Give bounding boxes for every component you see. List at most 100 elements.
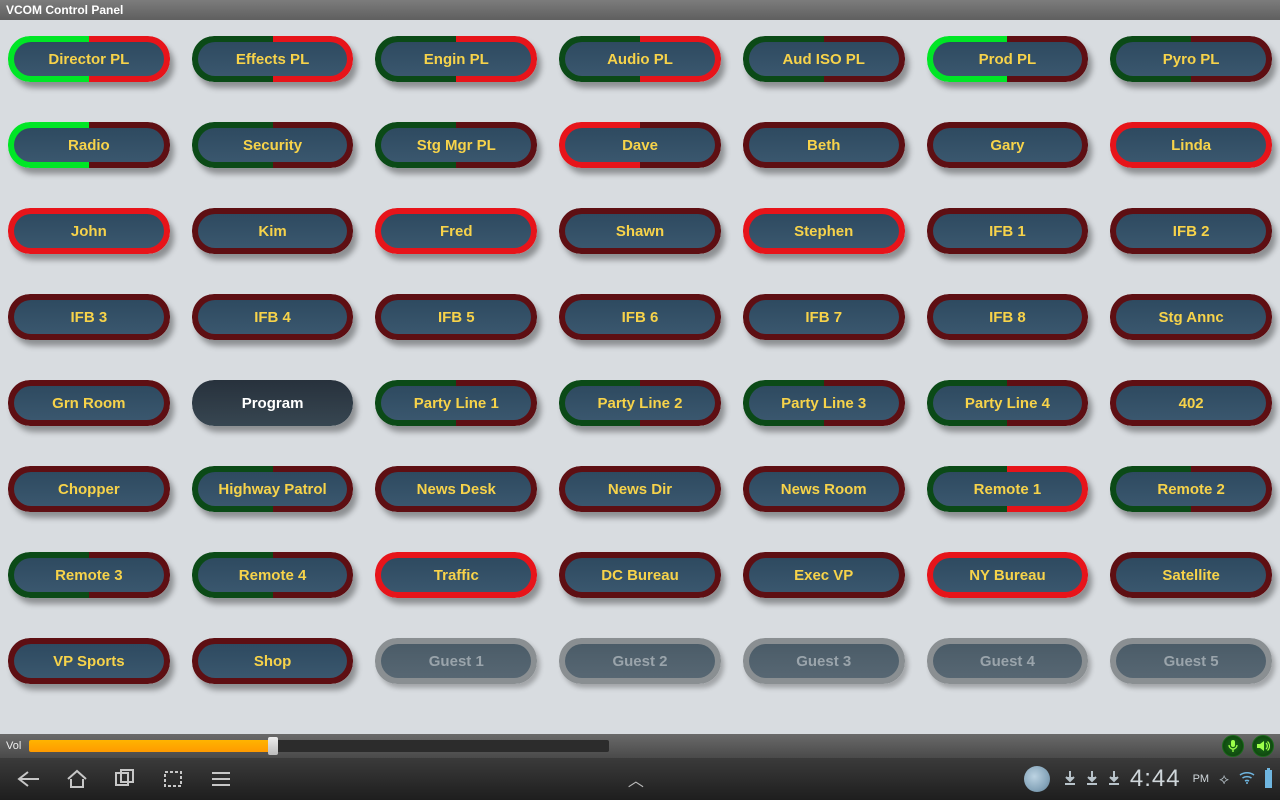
channel-button[interactable]: Linda (1110, 122, 1272, 168)
channel-button-label: DC Bureau (595, 567, 685, 584)
channel-button-label: John (65, 223, 113, 240)
channel-button-label: Audio PL (601, 51, 679, 68)
channel-button[interactable]: Party Line 2 (559, 380, 721, 426)
channel-button[interactable]: Program (192, 380, 354, 426)
channel-button-label: Remote 3 (49, 567, 129, 584)
channel-button[interactable]: IFB 1 (927, 208, 1089, 254)
channel-button[interactable]: Highway Patrol (192, 466, 354, 512)
channel-button[interactable]: Gary (927, 122, 1089, 168)
channel-button[interactable]: Radio (8, 122, 170, 168)
wifi-icon (1239, 771, 1255, 788)
channel-button[interactable]: Shop (192, 638, 354, 684)
volume-thumb[interactable] (268, 737, 278, 755)
channel-button[interactable]: Engin PL (375, 36, 537, 82)
channel-button[interactable]: Stg Annc (1110, 294, 1272, 340)
channel-button-label: Linda (1165, 137, 1217, 154)
channel-button: Guest 5 (1110, 638, 1272, 684)
status-tray: 4:44PM ⟡ (1024, 765, 1272, 793)
channel-button-label: Guest 1 (423, 653, 490, 670)
channel-button-label: Guest 3 (790, 653, 857, 670)
channel-button[interactable]: IFB 6 (559, 294, 721, 340)
channel-button[interactable]: Party Line 1 (375, 380, 537, 426)
channel-button-label: Security (237, 137, 308, 154)
channel-button[interactable]: News Desk (375, 466, 537, 512)
channel-button[interactable]: Stg Mgr PL (375, 122, 537, 168)
channel-button-label: Guest 2 (606, 653, 673, 670)
channel-button[interactable]: News Dir (559, 466, 721, 512)
channel-button-label: Program (236, 395, 310, 412)
button-grid: Director PL Effects PL Engin PL Audio PL Aud… (8, 36, 1272, 684)
volume-bar: Vol (0, 734, 1280, 758)
channel-button-label: Prod PL (973, 51, 1043, 68)
channel-button-label: News Room (775, 481, 873, 498)
menu-icon[interactable] (200, 763, 242, 795)
channel-button[interactable]: IFB 3 (8, 294, 170, 340)
channel-button-label: NY Bureau (963, 567, 1051, 584)
channel-button[interactable]: Kim (192, 208, 354, 254)
channel-button[interactable]: Satellite (1110, 552, 1272, 598)
channel-button[interactable]: Security (192, 122, 354, 168)
channel-button-label: Party Line 1 (408, 395, 505, 412)
channel-button[interactable]: Prod PL (927, 36, 1089, 82)
channel-button-label: Remote 1 (968, 481, 1048, 498)
channel-button[interactable]: Aud ISO PL (743, 36, 905, 82)
channel-button[interactable]: IFB 4 (192, 294, 354, 340)
channel-button: Guest 4 (927, 638, 1089, 684)
window-title: VCOM Control Panel (6, 3, 123, 17)
channel-button[interactable]: IFB 7 (743, 294, 905, 340)
channel-button[interactable]: John (8, 208, 170, 254)
channel-button[interactable]: Chopper (8, 466, 170, 512)
channel-button[interactable]: Exec VP (743, 552, 905, 598)
channel-button[interactable]: Fred (375, 208, 537, 254)
channel-button[interactable]: Effects PL (192, 36, 354, 82)
channel-button[interactable]: Party Line 3 (743, 380, 905, 426)
screenshot-icon[interactable] (152, 763, 194, 795)
download-icon (1064, 770, 1076, 789)
channel-button-label: IFB 5 (432, 309, 481, 326)
channel-button[interactable]: Grn Room (8, 380, 170, 426)
channel-button-label: 402 (1173, 395, 1210, 412)
channel-button-label: Guest 4 (974, 653, 1041, 670)
back-icon[interactable] (8, 763, 50, 795)
channel-button: Guest 2 (559, 638, 721, 684)
expand-caret-icon[interactable]: ︿ (616, 767, 656, 791)
battery-icon (1265, 770, 1272, 788)
channel-button-label: IFB 4 (248, 309, 297, 326)
channel-button[interactable]: VP Sports (8, 638, 170, 684)
channel-button[interactable]: Remote 2 (1110, 466, 1272, 512)
home-icon[interactable] (56, 763, 98, 795)
channel-button-label: Fred (434, 223, 479, 240)
volume-fill (29, 740, 273, 752)
channel-button[interactable]: 402 (1110, 380, 1272, 426)
channel-button-label: Remote 4 (233, 567, 313, 584)
channel-button-label: Party Line 2 (591, 395, 688, 412)
channel-button[interactable]: IFB 2 (1110, 208, 1272, 254)
channel-button-label: News Dir (602, 481, 678, 498)
channel-button[interactable]: Remote 4 (192, 552, 354, 598)
channel-button[interactable]: Dave (559, 122, 721, 168)
app-notification-icon[interactable] (1024, 766, 1050, 792)
channel-button[interactable]: DC Bureau (559, 552, 721, 598)
channel-button-label: Exec VP (788, 567, 859, 584)
channel-button[interactable]: Party Line 4 (927, 380, 1089, 426)
channel-button-label: Gary (984, 137, 1030, 154)
channel-button[interactable]: Remote 3 (8, 552, 170, 598)
channel-button[interactable]: Beth (743, 122, 905, 168)
channel-button[interactable]: Pyro PL (1110, 36, 1272, 82)
channel-button[interactable]: Traffic (375, 552, 537, 598)
volume-slider[interactable] (29, 740, 609, 752)
mic-icon[interactable] (1222, 735, 1244, 757)
channel-button[interactable]: Audio PL (559, 36, 721, 82)
channel-button-label: IFB 6 (616, 309, 665, 326)
channel-button[interactable]: IFB 8 (927, 294, 1089, 340)
channel-button[interactable]: NY Bureau (927, 552, 1089, 598)
channel-button[interactable]: News Room (743, 466, 905, 512)
channel-button[interactable]: IFB 5 (375, 294, 537, 340)
recent-apps-icon[interactable] (104, 763, 146, 795)
channel-button[interactable]: Shawn (559, 208, 721, 254)
channel-button-label: Kim (252, 223, 292, 240)
channel-button[interactable]: Director PL (8, 36, 170, 82)
speaker-icon[interactable] (1252, 735, 1274, 757)
channel-button[interactable]: Remote 1 (927, 466, 1089, 512)
channel-button[interactable]: Stephen (743, 208, 905, 254)
